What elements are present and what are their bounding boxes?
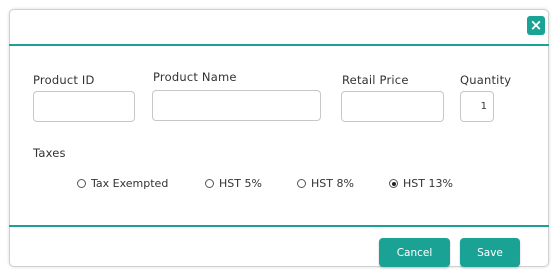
- close-icon: ×: [529, 16, 543, 34]
- radio-selected-icon: [389, 179, 398, 188]
- tax-option-hst-13[interactable]: HST 13%: [389, 177, 453, 190]
- header-divider: [9, 44, 549, 46]
- tax-option-hst-8[interactable]: HST 8%: [297, 177, 354, 190]
- product-name-input[interactable]: [152, 90, 321, 121]
- tax-option-exempted[interactable]: Tax Exempted: [77, 177, 168, 190]
- product-id-input[interactable]: [33, 91, 135, 122]
- tax-option-hst-5[interactable]: HST 5%: [205, 177, 262, 190]
- tax-option-label: Tax Exempted: [91, 177, 169, 190]
- product-name-label: Product Name: [153, 70, 237, 84]
- product-id-label: Product ID: [33, 73, 95, 87]
- product-dialog: [9, 9, 549, 267]
- close-button[interactable]: ×: [527, 16, 545, 35]
- quantity-label: Quantity: [460, 73, 512, 87]
- cancel-button[interactable]: Cancel: [379, 238, 450, 267]
- taxes-label: Taxes: [33, 146, 66, 160]
- radio-icon: [297, 179, 306, 188]
- tax-option-label: HST 13%: [403, 177, 453, 190]
- tax-option-label: HST 8%: [311, 177, 354, 190]
- retail-price-label: Retail Price: [342, 73, 409, 87]
- footer-divider: [9, 225, 549, 227]
- quantity-input[interactable]: [460, 91, 494, 122]
- save-button[interactable]: Save: [460, 238, 520, 267]
- radio-icon: [205, 179, 214, 188]
- retail-price-input[interactable]: [341, 91, 444, 122]
- radio-icon: [77, 179, 86, 188]
- tax-option-label: HST 5%: [219, 177, 262, 190]
